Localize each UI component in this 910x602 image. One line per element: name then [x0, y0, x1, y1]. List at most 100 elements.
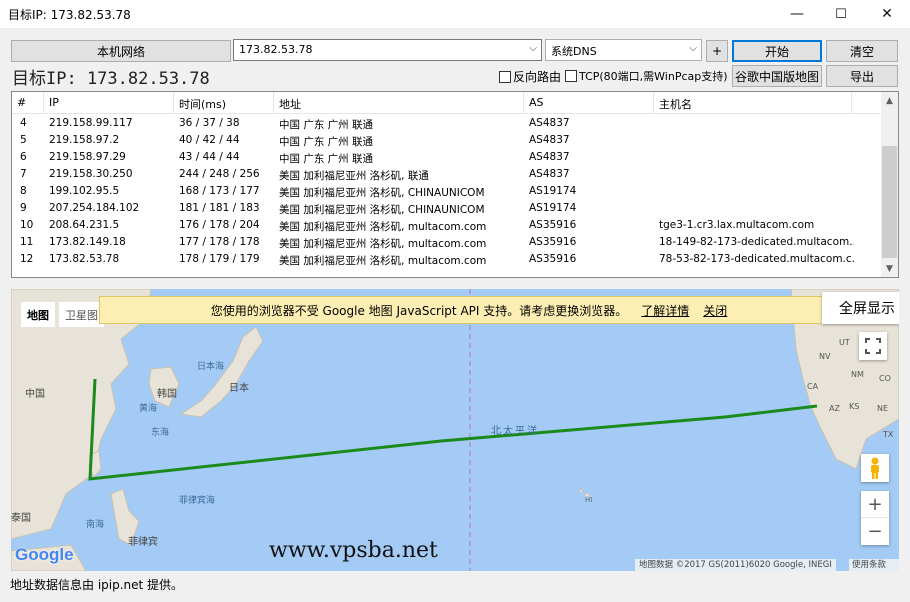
- cell-index: 12: [20, 253, 34, 265]
- cell-address: 美国 加利福尼亚州 洛杉矶, 联通: [279, 170, 429, 182]
- banner-close-link[interactable]: 关闭: [703, 302, 727, 319]
- status-bar: 地址数据信息由 ipip.net 提供。: [10, 578, 184, 592]
- table-row[interactable]: 7 219.158.30.250 244 / 248 / 256 美国 加利福尼亚州 …: [12, 166, 882, 183]
- cell-time: 244 / 248 / 256: [179, 168, 260, 180]
- map-label-nm: NM: [851, 370, 864, 379]
- pegman-icon[interactable]: [861, 454, 889, 482]
- local-network-button[interactable]: 本机网络: [11, 40, 231, 62]
- map-label-north-pacific: 北太平洋: [491, 424, 539, 437]
- target-input-value: 173.82.53.78: [239, 43, 313, 56]
- dns-select-value: 系统DNS: [551, 45, 597, 58]
- table-row[interactable]: 9 207.254.184.102 181 / 181 / 183 美国 加利福尼亚州…: [12, 200, 882, 217]
- cell-index: 8: [20, 185, 27, 197]
- close-button[interactable]: ✕: [864, 0, 910, 28]
- cell-hostname: 78-53-82-173-dedicated.multacom.c...: [659, 253, 854, 265]
- cell-address: 中国 广东 广州 联通: [279, 119, 374, 131]
- map-label-sea-of-japan: 日本海: [197, 360, 224, 372]
- table-header: # IP 时间(ms) 地址 AS 主机名: [12, 92, 882, 114]
- table-row[interactable]: 6 219.158.97.29 43 / 44 / 44 中国 广东 广州 联通 AS4…: [12, 149, 882, 166]
- reverse-route-label: 反向路由: [513, 70, 562, 84]
- cell-address: 美国 加利福尼亚州 洛杉矶, CHINAUNICOM: [279, 187, 485, 199]
- table-row[interactable]: 12 173.82.53.78 178 / 179 / 179 美国 加利福尼亚州 洛…: [12, 251, 882, 268]
- map-label-japan: 日本: [229, 381, 249, 394]
- zoom-control: + −: [861, 491, 889, 545]
- dns-select[interactable]: 系统DNS ⌵: [545, 39, 702, 61]
- google-logo[interactable]: Google: [15, 545, 74, 565]
- clear-button[interactable]: 清空: [826, 40, 898, 62]
- learn-more-link[interactable]: 了解详情: [641, 302, 689, 319]
- cell-as: AS4837: [529, 168, 570, 180]
- reverse-route-checkbox[interactable]: 反向路由: [499, 68, 561, 85]
- col-header-time[interactable]: 时间(ms): [174, 92, 274, 114]
- map-type-satellite-tab[interactable]: 卫星图: [59, 302, 104, 327]
- cell-hostname: tge3-1.cr3.lax.multacom.com: [659, 219, 815, 231]
- cell-ip: 207.254.184.102: [49, 202, 140, 214]
- start-button[interactable]: 开始: [732, 40, 822, 62]
- terms-link[interactable]: 使用条款: [849, 559, 899, 571]
- cell-address: 中国 广东 广州 联通: [279, 136, 374, 148]
- scroll-down-icon[interactable]: ▼: [881, 260, 898, 277]
- cell-time: 176 / 178 / 204: [179, 219, 260, 231]
- google-cn-map-button[interactable]: 谷歌中国版地图: [732, 65, 822, 87]
- cell-time: 40 / 42 / 44: [179, 134, 240, 146]
- col-header-as[interactable]: AS: [524, 92, 654, 114]
- scrollbar-thumb[interactable]: [882, 146, 897, 258]
- ocean: [11, 289, 899, 571]
- cell-address: 美国 加利福尼亚州 洛杉矶, multacom.com: [279, 221, 487, 233]
- chevron-down-icon[interactable]: ⌵: [689, 43, 697, 54]
- maximize-button[interactable]: ☐: [818, 0, 864, 28]
- col-header-hostname[interactable]: 主机名: [654, 92, 852, 114]
- target-input[interactable]: 173.82.53.78 ⌵: [233, 39, 542, 61]
- cell-ip: 219.158.97.29: [49, 151, 126, 163]
- table-row[interactable]: 5 219.158.97.2 40 / 42 / 44 中国 广东 广州 联通 AS48…: [12, 132, 882, 149]
- window-title: 目标IP: 173.82.53.78: [8, 8, 131, 22]
- target-ip-heading: 目标IP: 173.82.53.78: [12, 69, 210, 89]
- cell-index: 6: [20, 151, 27, 163]
- scroll-up-icon[interactable]: ▲: [881, 92, 898, 109]
- cell-time: 43 / 44 / 44: [179, 151, 240, 163]
- fullscreen-icon[interactable]: [859, 332, 887, 360]
- table-scrollbar[interactable]: ▲ ▼: [881, 92, 898, 277]
- map-label-korea: 韩国: [157, 387, 177, 400]
- expand-icon: [865, 338, 881, 354]
- map-label-ca: CA: [807, 382, 819, 391]
- map-label-tx: TX: [882, 430, 894, 439]
- cell-time: 177 / 178 / 178: [179, 236, 260, 248]
- table-row[interactable]: 10 208.64.231.5 176 / 178 / 204 美国 加利福尼亚州 洛…: [12, 217, 882, 234]
- zoom-in-button[interactable]: +: [861, 491, 889, 518]
- checkbox-box[interactable]: [565, 70, 577, 82]
- map-canvas: 中国 韩国 日本海 日本 黄海 东海 北太平洋 菲律宾海 南海 泰国 菲律宾 H…: [11, 289, 899, 571]
- checkbox-box[interactable]: [499, 70, 511, 83]
- export-button[interactable]: 导出: [826, 65, 898, 87]
- cell-as: AS35916: [529, 219, 577, 231]
- cell-as: AS35916: [529, 236, 577, 248]
- zoom-out-button[interactable]: −: [861, 518, 889, 545]
- chevron-down-icon[interactable]: ⌵: [529, 43, 537, 54]
- table-row[interactable]: 4 219.158.99.117 36 / 37 / 38 中国 广东 广州 联通 AS…: [12, 115, 882, 132]
- col-header-address[interactable]: 地址: [274, 92, 524, 114]
- cell-time: 178 / 179 / 179: [179, 253, 260, 265]
- col-header-ip[interactable]: IP: [44, 92, 174, 114]
- col-header-index[interactable]: #: [12, 92, 44, 114]
- tcp-checkbox[interactable]: TCP(80端口,需WinPcap支持): [565, 68, 728, 84]
- cell-index: 10: [20, 219, 34, 231]
- cell-ip: 219.158.99.117: [49, 117, 133, 129]
- fullscreen-button[interactable]: 全屏显示: [822, 292, 899, 324]
- trace-table[interactable]: # IP 时间(ms) 地址 AS 主机名 4 219.158.99.117 36 …: [11, 91, 899, 278]
- route-map[interactable]: 中国 韩国 日本海 日本 黄海 东海 北太平洋 菲律宾海 南海 泰国 菲律宾 H…: [11, 289, 899, 571]
- cell-ip: 199.102.95.5: [49, 185, 120, 197]
- table-row[interactable]: 8 199.102.95.5 168 / 173 / 177 美国 加利福尼亚州 洛杉…: [12, 183, 882, 200]
- minimize-button[interactable]: —: [774, 0, 820, 28]
- cell-ip: 173.82.149.18: [49, 236, 126, 248]
- map-type-map-tab[interactable]: 地图: [21, 302, 55, 327]
- map-label-ut: UT: [839, 338, 850, 347]
- title-bar: 目标IP: 173.82.53.78 — ☐ ✕: [0, 0, 910, 28]
- cell-ip: 173.82.53.78: [49, 253, 120, 265]
- map-label-china: 中国: [25, 387, 45, 400]
- add-button[interactable]: +: [706, 40, 728, 62]
- table-row[interactable]: 11 173.82.149.18 177 / 178 / 178 美国 加利福尼亚州 …: [12, 234, 882, 251]
- cell-index: 7: [20, 168, 27, 180]
- cell-as: AS4837: [529, 117, 570, 129]
- cell-as: AS19174: [529, 202, 577, 214]
- map-label-east-sea: 东海: [151, 426, 169, 438]
